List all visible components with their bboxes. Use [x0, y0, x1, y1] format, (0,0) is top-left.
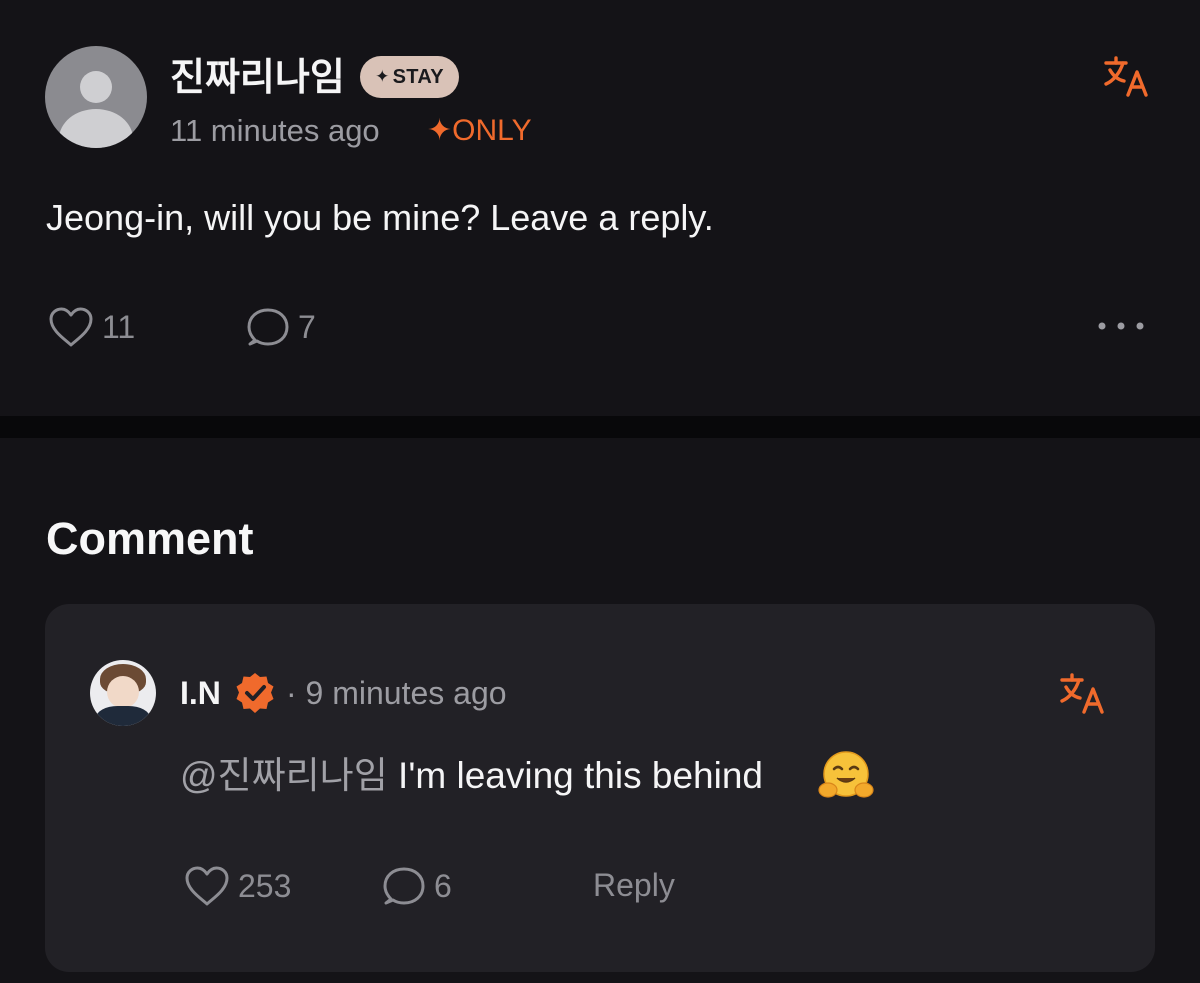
post-comment-button[interactable]: 7 — [246, 306, 316, 348]
post-author-name[interactable]: 진짜리나임 — [170, 56, 345, 100]
only-tag: ✦ONLY — [427, 112, 532, 150]
comment-reply-count: 6 — [434, 868, 452, 904]
post-timestamp: 11 minutes ago — [170, 113, 380, 148]
avatar-body-shape — [59, 109, 133, 148]
heart-icon — [49, 307, 93, 347]
post-like-count: 11 — [102, 309, 136, 345]
stay-badge-label: STAY — [392, 65, 444, 88]
comment-icon — [383, 867, 425, 905]
translate-icon[interactable] — [1102, 55, 1152, 99]
only-tag-label: ONLY — [452, 114, 532, 147]
sparkle-icon: ✦ — [375, 67, 390, 86]
post-author-avatar[interactable] — [45, 46, 147, 148]
post-comment-count: 7 — [298, 309, 316, 345]
more-icon[interactable] — [1096, 320, 1146, 332]
comments-section-title: Comment — [46, 513, 254, 564]
translate-icon[interactable] — [1058, 672, 1108, 716]
comment-like-button[interactable]: 253 — [184, 865, 291, 907]
comment-body-text: @진짜리나임 I'm leaving this behind — [180, 752, 763, 800]
heart-icon — [185, 866, 229, 906]
post-like-button[interactable]: 11 — [48, 306, 135, 348]
mention-link[interactable]: @진짜리나임 — [180, 755, 388, 796]
comment-icon — [247, 308, 289, 346]
section-divider — [0, 416, 1200, 438]
stay-badge: ✦ STAY — [360, 56, 459, 98]
hugging-face-emoji-icon — [818, 751, 874, 798]
verified-icon — [236, 673, 274, 713]
comment-like-count: 253 — [238, 868, 292, 904]
post: 진짜리나임 ✦ STAY 11 minutes ago ✦ONLY Jeong-… — [0, 0, 1200, 416]
sparkle-icon: ✦ — [427, 114, 453, 147]
commenter-avatar[interactable] — [90, 660, 156, 726]
comment-timestamp: · 9 minutes ago — [286, 675, 507, 711]
reply-button[interactable]: Reply — [593, 865, 675, 905]
comment-message: I'm leaving this behind — [387, 755, 763, 796]
avatar-face-shape — [107, 676, 139, 708]
comment-replies-button[interactable]: 6 — [382, 865, 452, 907]
commenter-name[interactable]: I.N — [180, 672, 221, 714]
post-body-text: Jeong-in, will you be mine? Leave a repl… — [46, 197, 714, 238]
avatar-head-shape — [80, 71, 112, 103]
avatar-shirt-shape — [96, 706, 150, 726]
